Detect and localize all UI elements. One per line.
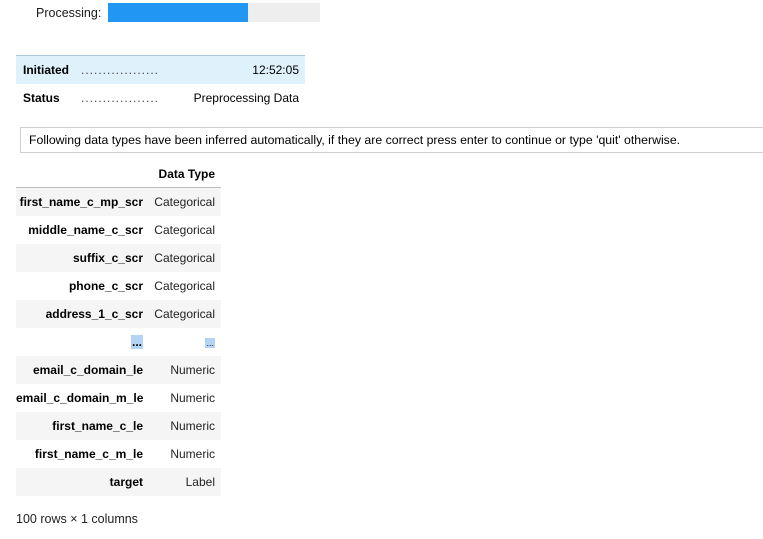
row-index-label: first_name_c_mp_scr [19,195,143,209]
ellipsis-marker: ... [205,338,215,348]
row-index-label: email_c_domain_le [32,363,143,377]
data-type-cell: Numeric [170,419,215,433]
data-type-table: Data Type first_name_c_mp_scr Categorical… [16,160,221,496]
info-leader-dots: .................. [81,91,160,105]
row-index-label: ... [16,335,149,349]
table-row: first_name_c_mp_scr Categorical [16,188,221,216]
status-info-table: Initiated .................. 12:52:05 St… [16,55,305,112]
table-row: phone_c_scr Categorical [16,272,221,300]
info-leader-dots: .................. [81,63,160,77]
table-row: ...... [16,328,221,356]
data-type-cell: Categorical [154,223,215,237]
progress-bar [108,3,320,22]
row-index-label: phone_c_scr [68,279,143,293]
table-row: suffix_c_scr Categorical [16,244,221,272]
table-row: first_name_c_m_le Numeric [16,440,221,468]
row-index-label: address_1_c_scr [45,307,143,321]
column-header-data-type: Data Type [158,166,215,181]
row-index-label: email_c_domain_m_le [16,391,144,405]
progress-bar-fill [108,3,248,22]
table-row: target Label [16,468,221,496]
row-index-label: first_name_c_m_le [34,447,143,461]
table-header: Data Type [16,160,221,188]
table-shape-footer: 100 rows × 1 columns [16,512,138,526]
row-index-label: first_name_c_le [52,419,143,433]
data-type-cell: Categorical [154,279,215,293]
data-type-cell: Categorical [154,195,215,209]
ellipsis-marker: ... [130,335,143,349]
data-type-cell: Numeric [170,363,215,377]
progress-indicator: Processing: [36,3,320,22]
data-type-cell: ... [149,335,221,349]
data-type-cell: Categorical [154,251,215,265]
info-row-status: Status .................. Preprocessing … [16,84,305,112]
row-index-label: middle_name_c_scr [28,223,143,237]
table-body: first_name_c_mp_scr Categorical middle_nam… [16,188,221,496]
table-row: address_1_c_scr Categorical [16,300,221,328]
inference-message: Following data types have been inferred … [20,127,763,153]
info-value: 12:52:05 [252,63,299,77]
table-row: first_name_c_le Numeric [16,412,221,440]
info-key: Status [23,91,60,105]
data-type-cell: Label [185,475,215,489]
data-type-cell: Numeric [170,447,215,461]
row-index-label: target [109,475,143,489]
row-index-label: suffix_c_scr [72,251,143,265]
table-row: email_c_domain_m_le Numeric [16,384,221,412]
info-key: Initiated [23,63,70,77]
data-type-cell: Categorical [154,307,215,321]
info-row-initiated: Initiated .................. 12:52:05 [16,56,305,84]
data-type-cell: Numeric [170,391,215,405]
table-row: email_c_domain_le Numeric [16,356,221,384]
progress-label: Processing: [36,5,102,20]
info-value: Preprocessing Data [193,91,299,105]
table-row: middle_name_c_scr Categorical [16,216,221,244]
